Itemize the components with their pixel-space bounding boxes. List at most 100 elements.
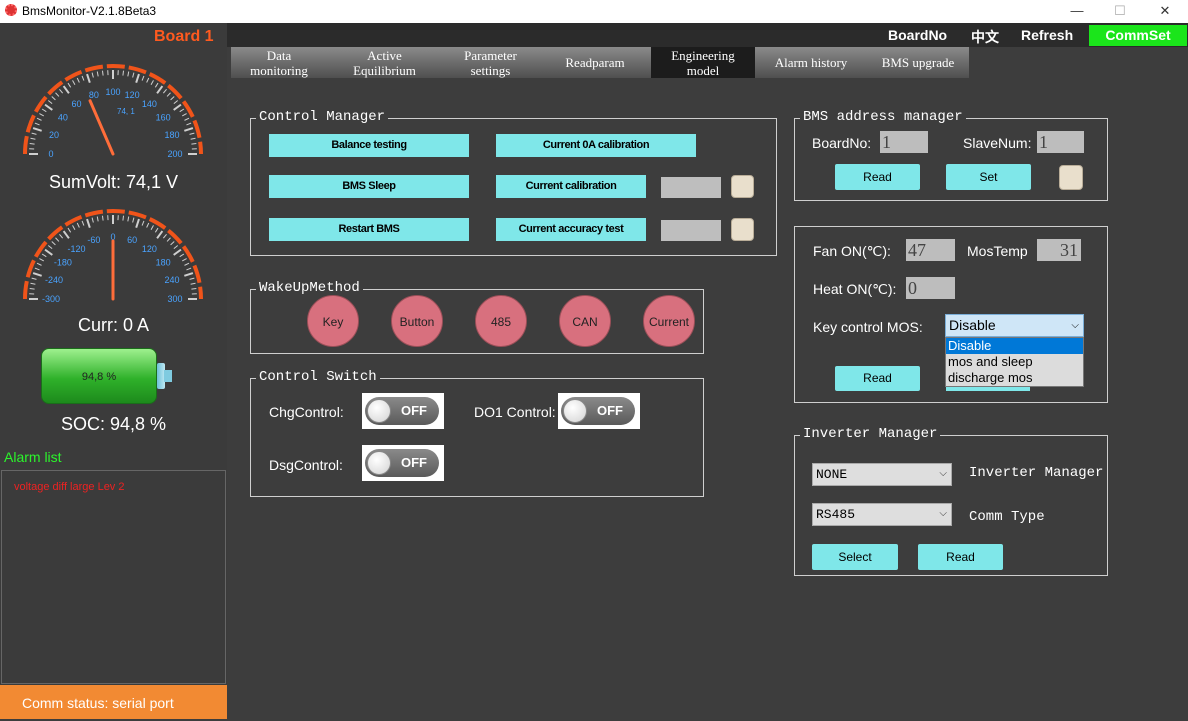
tab-parameter-settings[interactable]: Parametersettings [442, 47, 539, 78]
sumvolt-gauge-tick [92, 73, 93, 78]
sumvolt-gauge-tick-label: 100 [105, 87, 120, 97]
dropdown-option-mos-and-sleep[interactable]: mos and sleep [946, 354, 1083, 370]
current-gauge-tick [182, 259, 186, 261]
current-gauge-tick [155, 228, 158, 232]
current-gauge-tick [180, 254, 184, 257]
wakeup-current-button[interactable]: Current [643, 295, 695, 347]
tab-bms-upgrade[interactable]: BMS upgrade [867, 47, 969, 78]
current-label: Curr: 0 A [0, 315, 227, 336]
key-control-mos-dropdown: Disable mos and sleep discharge mos [945, 337, 1084, 387]
balance-testing-button[interactable]: Balance testing [269, 134, 469, 157]
current-accuracy-indicator [731, 218, 754, 241]
current-gauge-tick-label: -180 [54, 258, 72, 268]
tab-readparam[interactable]: Readparam [539, 47, 651, 78]
sumvolt-gauge-tick [30, 138, 35, 139]
current-gauge-tick [30, 288, 35, 289]
alarm-list[interactable]: voltage diff large Lev 2 [1, 470, 226, 684]
current-calibration-input[interactable] [661, 177, 721, 198]
chg-control-label: ChgControl: [269, 404, 344, 420]
sumvolt-gauge: 02040608010012014016018020074, 1 [20, 62, 206, 162]
dropdown-option-discharge-mos[interactable]: discharge mos [946, 370, 1083, 386]
slavenum-label: SlaveNum: [963, 135, 1031, 151]
current-gauge-tick [184, 273, 193, 276]
sumvolt-gauge-tick-label: 20 [49, 130, 59, 140]
sumvolt-gauge-tick [157, 86, 162, 93]
current-gauge-tick-label: -240 [45, 275, 63, 285]
current-gauge-tick [87, 219, 90, 228]
current-gauge-tick [184, 263, 189, 265]
do1-control-toggle[interactable]: OFF [558, 393, 640, 429]
inverter-select-button[interactable]: Select [812, 544, 898, 570]
chg-control-toggle[interactable]: OFF [362, 393, 444, 429]
wakeup-button-button[interactable]: Button [391, 295, 443, 347]
current-gauge-tick [191, 288, 196, 289]
sumvolt-gauge-tick [171, 96, 175, 99]
sumvolt-gauge-tick [73, 80, 75, 84]
fan-on-input[interactable]: 47 [906, 239, 955, 261]
battery-percent: 94,8 % [42, 349, 156, 403]
sumvolt-gauge-center-value: 74, 1 [117, 107, 135, 116]
sumvolt-gauge-tick-label: 120 [125, 90, 140, 100]
current-gauge-tick [48, 245, 52, 248]
close-button[interactable]: ✕ [1142, 0, 1188, 23]
current-gauge-tick-label: 120 [142, 244, 157, 254]
sumvolt-gauge-tick [37, 118, 42, 120]
current-gauge-tick-label: 60 [127, 235, 137, 245]
sumvolt-gauge-tick-label: 40 [58, 113, 68, 123]
sumvolt-gauge-tick [87, 74, 90, 83]
language-button[interactable]: 中文 [971, 27, 999, 47]
current-gauge-tick [190, 278, 195, 279]
dropdown-option-disable[interactable]: Disable [946, 338, 1083, 354]
bms-sleep-button[interactable]: BMS Sleep [269, 175, 469, 198]
wakeup-can-button[interactable]: CAN [559, 295, 611, 347]
current-accuracy-input[interactable] [661, 220, 721, 241]
commset-button[interactable]: CommSet [1089, 25, 1187, 46]
heat-on-input[interactable]: 0 [906, 277, 955, 299]
minimize-button[interactable]: — [1054, 0, 1100, 23]
current-gauge-tick [167, 238, 170, 242]
current-gauge-tick [186, 268, 191, 270]
alarm-list-title: Alarm list [4, 449, 62, 465]
sumvolt-gauge-tick [77, 78, 79, 83]
alarm-item: voltage diff large Lev 2 [14, 481, 124, 493]
sumvolt-gauge-tick [155, 83, 158, 87]
sumvolt-gauge-tick-label: 60 [72, 99, 82, 109]
comm-type-select[interactable]: RS485⌵ [812, 503, 952, 526]
tab-active-equilibrium[interactable]: ActiveEquilibrium [327, 47, 442, 78]
boardno-button[interactable]: BoardNo [888, 27, 947, 43]
inverter-type-select[interactable]: NONE⌵ [812, 463, 952, 486]
toggle-knob [367, 451, 391, 475]
current-gauge-tick [39, 259, 43, 261]
key-control-mos-select[interactable]: Disable ⌵ [945, 314, 1084, 337]
boardno-input[interactable]: 1 [880, 131, 928, 153]
tab-alarm-history[interactable]: Alarm history [755, 47, 867, 78]
tab-data-monitoring[interactable]: Datamonitoring [231, 47, 327, 78]
sumvolt-gauge-tick [142, 76, 144, 81]
sumvolt-gauge-tick [147, 78, 149, 83]
tab-engineering-model[interactable]: Engineeringmodel [651, 47, 755, 78]
address-read-button[interactable]: Read [835, 164, 920, 190]
fan-on-label: Fan ON(℃): [813, 243, 891, 260]
slavenum-input[interactable]: 1 [1037, 131, 1084, 153]
current-0a-calibration-button[interactable]: Current 0A calibration [496, 134, 696, 157]
current-accuracy-test-button[interactable]: Current accuracy test [496, 218, 646, 241]
refresh-button[interactable]: Refresh [1021, 27, 1073, 43]
inverter-manager-title: Inverter Manager [800, 426, 940, 442]
wakeup-485-button[interactable]: 485 [475, 295, 527, 347]
wakeup-key-button[interactable]: Key [307, 295, 359, 347]
inverter-read-button[interactable]: Read [918, 544, 1003, 570]
sumvolt-gauge-tick [45, 105, 52, 110]
control-switch-title: Control Switch [256, 369, 380, 385]
current-calibration-button[interactable]: Current calibration [496, 175, 646, 198]
address-set-button[interactable]: Set [946, 164, 1031, 190]
comm-type-label: Comm Type [969, 509, 1045, 525]
current-gauge-tick [128, 216, 129, 221]
sumvolt-gauge-tick [190, 133, 195, 134]
restart-bms-button[interactable]: Restart BMS [269, 218, 469, 241]
dsg-control-toggle[interactable]: OFF [362, 445, 444, 481]
chevron-down-icon: ⌵ [939, 504, 947, 525]
maximize-button[interactable]: ☐ [1097, 0, 1143, 23]
sumvolt-gauge-tick [180, 109, 184, 112]
fan-read-button[interactable]: Read [835, 366, 920, 391]
sumvolt-gauge-tick-label: 200 [167, 149, 182, 159]
